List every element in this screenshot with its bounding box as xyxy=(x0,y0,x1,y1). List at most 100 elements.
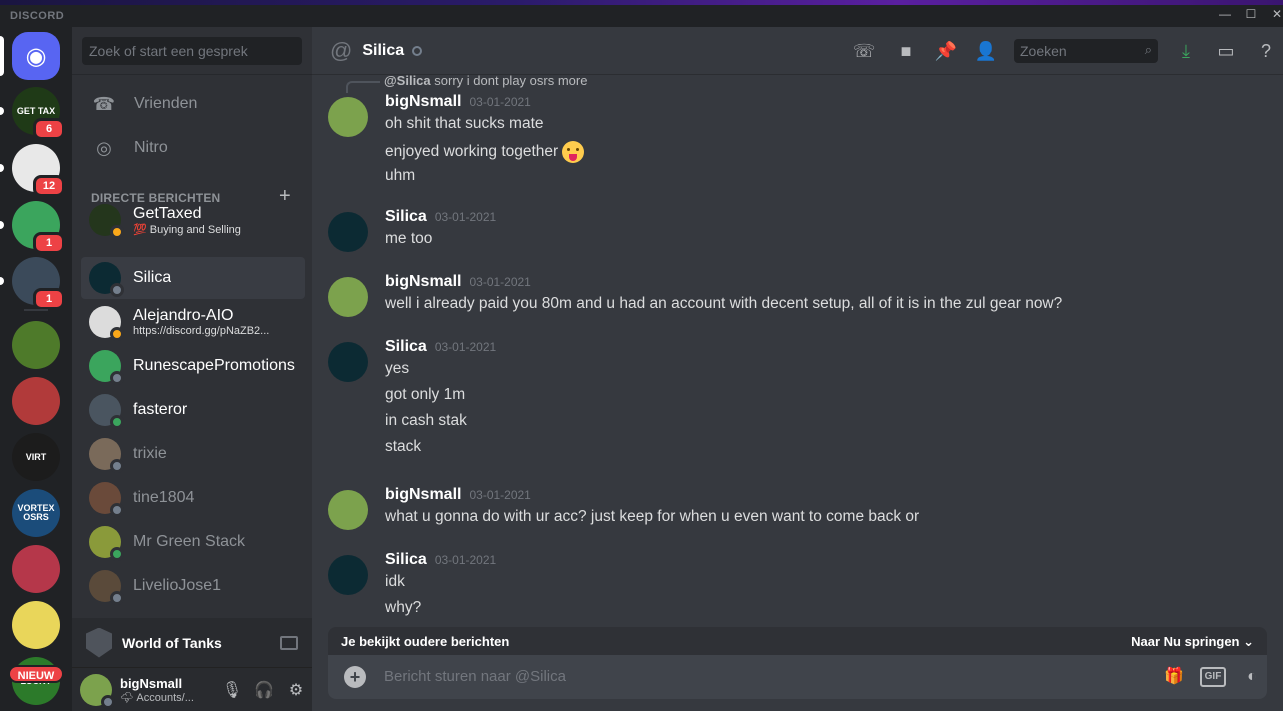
dm-item[interactable]: RunescapePromotions xyxy=(81,345,305,387)
server-virt-server[interactable]: VIRT xyxy=(12,433,60,481)
gif-button[interactable]: GIF xyxy=(1200,667,1226,687)
message-timestamp: 03-01-2021 xyxy=(469,275,531,289)
video-icon[interactable]: ■ xyxy=(894,39,918,63)
friends-icon: ☎ xyxy=(92,93,116,114)
message-text: well i already paid you 80m and u had an… xyxy=(385,295,1062,313)
message-input[interactable]: Bericht sturen naar @Silica xyxy=(384,668,566,685)
message-text-content: uhm xyxy=(385,167,416,184)
user-avatar[interactable] xyxy=(80,673,115,709)
dm-item[interactable]: Mr Green Stack xyxy=(81,521,305,563)
message-author[interactable]: Silica xyxy=(385,551,427,568)
server-flag-server[interactable] xyxy=(12,377,60,425)
server-bull-server[interactable] xyxy=(12,545,60,593)
dm-item[interactable]: trixie xyxy=(81,433,305,475)
server-car-server[interactable]: 1 xyxy=(0,257,65,310)
message-timestamp: 03-01-2021 xyxy=(434,340,497,354)
add-friend-icon[interactable]: 👤 xyxy=(974,39,998,63)
dm-item[interactable]: fasteror xyxy=(81,389,305,431)
dm-name: fasteror xyxy=(133,401,188,418)
chat-header: @ Silica ☏ ■ 📌 👤 Zoeken ⌕ ⤓ ▭ ? xyxy=(312,27,1283,75)
server-vortex-server[interactable]: VORTEX OSRS xyxy=(12,489,60,537)
message-text-content: why? xyxy=(385,599,422,616)
reply-reference[interactable]: @Silica sorry i dont play osrs more xyxy=(346,75,587,93)
jump-to-present-button[interactable]: Naar Nu springen ⌄ xyxy=(1131,634,1254,650)
dm-avatar xyxy=(89,262,124,297)
title-glow xyxy=(0,0,1283,5)
close-button[interactable]: ✕ xyxy=(1270,7,1283,21)
message-text: got only 1m xyxy=(385,386,465,404)
inbox-icon[interactable]: ▭ xyxy=(1214,39,1238,63)
message-list: @Silica sorry i dont play osrs more bigN… xyxy=(312,75,1283,627)
dm-avatar xyxy=(89,570,124,605)
message-timestamp: 03-01-2021 xyxy=(469,95,531,109)
dm-subtitle: 💯 Buying and Selling xyxy=(133,223,241,236)
chat-recipient-name: Silica xyxy=(362,41,405,59)
nav-friends[interactable]: ☎ Vrienden xyxy=(80,83,304,125)
message-avatar[interactable] xyxy=(328,342,368,382)
server-discord-green-server[interactable]: 1 xyxy=(0,201,65,254)
message-avatar[interactable] xyxy=(328,490,368,530)
gift-icon[interactable]: 🎁 xyxy=(1162,665,1186,689)
message-avatar[interactable] xyxy=(328,277,368,317)
microphone-icon[interactable]: 🎙 xyxy=(216,680,248,700)
dm-name: RunescapePromotions xyxy=(133,357,295,374)
search-icon: ⌕ xyxy=(1144,42,1152,57)
server-separator xyxy=(24,309,48,311)
dm-item[interactable]: GetTaxed 💯 Buying and Selling xyxy=(81,199,305,241)
server-gettax-server[interactable]: GET TAX 6 xyxy=(0,87,65,140)
message-author[interactable]: bigNsmall xyxy=(385,93,461,110)
header-search-input[interactable]: Zoeken ⌕ xyxy=(1014,39,1158,63)
status-dot xyxy=(110,459,124,473)
app-brand: DISCORD xyxy=(10,10,65,22)
message-avatar[interactable] xyxy=(328,212,368,252)
dm-search-input[interactable]: Zoek of start een gesprek xyxy=(82,37,302,65)
message-author-row: bigNsmall 03-01-2021 xyxy=(385,486,531,504)
settings-gear-icon[interactable]: ⚙ xyxy=(280,680,312,700)
server-icon xyxy=(12,377,60,425)
message-text: oh shit that sucks mate xyxy=(385,115,544,133)
message-text: yes xyxy=(385,360,409,378)
dm-avatar xyxy=(89,438,124,473)
message-author-row: Silica 03-01-2021 xyxy=(385,208,496,226)
sticker-icon[interactable]: ◐ xyxy=(1240,665,1264,689)
download-icon[interactable]: ⤓ xyxy=(1174,39,1198,63)
help-icon[interactable]: ? xyxy=(1254,39,1278,63)
server-home[interactable]: ◉ xyxy=(0,32,60,80)
dm-item[interactable]: Alejandro-AIO https://discord.gg/pNaZB2..… xyxy=(81,301,305,343)
message-author[interactable]: bigNsmall xyxy=(385,486,461,503)
server-dots-server[interactable]: 12 xyxy=(0,144,65,197)
maximize-button[interactable]: ☐ xyxy=(1244,7,1258,21)
message-author[interactable]: Silica xyxy=(385,338,427,355)
server-tree-server[interactable] xyxy=(12,321,60,369)
pin-icon[interactable]: 📌 xyxy=(934,39,958,63)
message-timestamp: 03-01-2021 xyxy=(434,553,497,567)
message-author[interactable]: bigNsmall xyxy=(385,273,461,290)
nav-nitro[interactable]: ◎ Nitro xyxy=(80,127,304,169)
recipient-status-icon xyxy=(412,45,423,56)
mention-badge: 1 xyxy=(33,288,65,310)
dm-item[interactable]: LivelioJose1 xyxy=(81,565,305,607)
at-icon: @ xyxy=(330,37,353,63)
phone-icon[interactable]: ☏ xyxy=(852,39,876,63)
screen-share-icon[interactable] xyxy=(280,635,298,650)
mention-badge: 6 xyxy=(33,118,65,140)
message-text-content: enjoyed working together xyxy=(385,143,559,161)
dm-item[interactable]: tine1804 xyxy=(81,477,305,519)
headphones-icon[interactable]: 🎧 xyxy=(248,680,280,700)
unread-pill xyxy=(0,107,4,115)
dm-item[interactable]: Silica xyxy=(81,257,305,299)
message-text: stack xyxy=(385,438,421,456)
status-dot xyxy=(110,327,124,341)
dm-avatar xyxy=(89,526,124,561)
message-avatar[interactable] xyxy=(328,97,368,137)
server-cartoon-server[interactable] xyxy=(12,601,60,649)
message-text-content: stack xyxy=(385,438,422,455)
server-icon xyxy=(12,545,60,593)
dm-sidebar: Zoek of start een gesprek ☎ Vrienden ◎ N… xyxy=(72,27,312,711)
user-name: bigNsmall xyxy=(120,675,183,691)
message-author[interactable]: Silica xyxy=(385,208,427,225)
upload-plus-icon[interactable]: + xyxy=(344,666,366,688)
dm-name: Mr Green Stack xyxy=(133,533,246,550)
minimize-button[interactable]: — xyxy=(1218,7,1232,21)
message-avatar[interactable] xyxy=(328,555,368,595)
